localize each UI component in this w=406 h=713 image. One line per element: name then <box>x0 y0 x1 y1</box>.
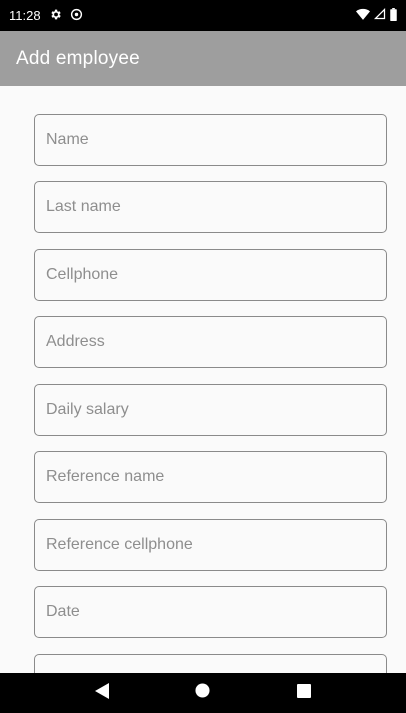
last-name-input[interactable] <box>46 198 386 216</box>
navigation-bar <box>0 673 406 713</box>
page-title: Add employee <box>16 47 140 69</box>
name-input[interactable] <box>46 131 386 149</box>
date-field[interactable] <box>34 586 387 638</box>
recents-icon <box>296 683 311 703</box>
next-field[interactable] <box>34 654 387 673</box>
home-button[interactable] <box>183 673 223 713</box>
reference-cellphone-input[interactable] <box>46 536 386 554</box>
status-bar: 11:28 <box>0 0 406 31</box>
reference-name-field[interactable] <box>34 451 387 503</box>
cell-signal-icon <box>373 7 386 23</box>
wifi-icon <box>356 8 370 23</box>
date-input[interactable] <box>46 603 386 621</box>
cellphone-field[interactable] <box>34 249 387 301</box>
status-left: 11:28 <box>9 8 83 24</box>
status-time: 11:28 <box>9 8 41 23</box>
employee-form <box>0 86 406 673</box>
back-icon <box>95 682 110 704</box>
daily-salary-input[interactable] <box>46 401 386 419</box>
back-button[interactable] <box>82 673 122 713</box>
address-input[interactable] <box>46 333 386 351</box>
reference-cellphone-field[interactable] <box>34 519 387 571</box>
status-right <box>356 7 397 24</box>
cellphone-input[interactable] <box>46 266 386 284</box>
last-name-field[interactable] <box>34 181 387 233</box>
app-bar: Add employee <box>0 31 406 86</box>
recents-button[interactable] <box>284 673 324 713</box>
at-sign-icon <box>70 8 83 24</box>
home-icon <box>195 683 211 703</box>
gear-icon <box>49 8 62 24</box>
battery-icon <box>390 7 397 24</box>
address-field[interactable] <box>34 316 387 368</box>
daily-salary-field[interactable] <box>34 384 387 436</box>
name-field[interactable] <box>34 114 387 166</box>
reference-name-input[interactable] <box>46 468 386 486</box>
